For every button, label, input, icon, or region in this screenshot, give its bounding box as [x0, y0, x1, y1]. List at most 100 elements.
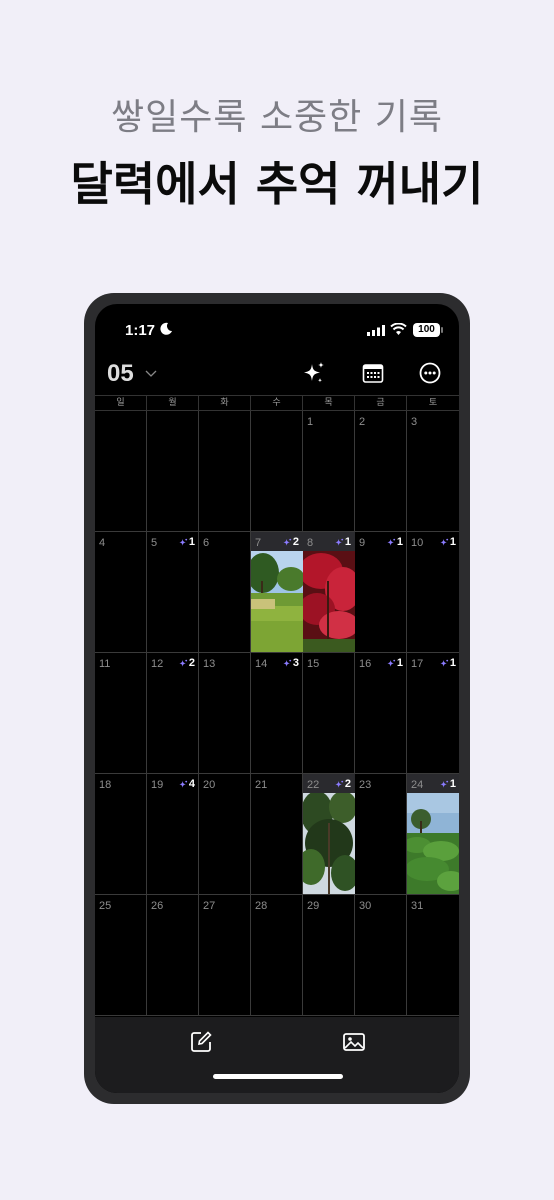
- battery-indicator: 100: [413, 323, 440, 337]
- month-selector[interactable]: 05: [107, 360, 134, 388]
- sparkle-icon[interactable]: [301, 360, 327, 386]
- day-number: 17: [411, 658, 424, 670]
- calendar-day-empty: [251, 411, 303, 531]
- calendar-day[interactable]: 19 4: [147, 774, 199, 894]
- entry-count-badge: 1: [440, 778, 456, 790]
- day-photo-thumbnail[interactable]: [407, 793, 459, 894]
- weekday-label: 금: [355, 396, 407, 410]
- weekday-label: 토: [428, 398, 438, 408]
- calendar-day[interactable]: 25: [95, 895, 147, 1015]
- calendar-day[interactable]: 5 1: [147, 532, 199, 652]
- calendar-day[interactable]: 6: [199, 532, 251, 652]
- promo-title: 달력에서 추억 꺼내기: [70, 157, 484, 211]
- calendar-day[interactable]: 31: [407, 895, 459, 1015]
- entry-count: 1: [344, 536, 351, 548]
- entry-count-badge: 1: [387, 657, 403, 669]
- sparkle-icon: [283, 538, 291, 546]
- day-number: 26: [151, 900, 164, 912]
- weekday-header: 일 월 화 수 목 금 토: [95, 395, 459, 411]
- entry-count-badge: 1: [440, 657, 456, 669]
- calendar-day[interactable]: 23: [355, 774, 407, 894]
- calendar-day[interactable]: 1: [303, 411, 355, 531]
- calendar-day-empty: [147, 411, 199, 531]
- more-icon[interactable]: [417, 360, 443, 386]
- status-time: 1:17: [125, 322, 156, 339]
- sparkle-icon: [179, 780, 187, 788]
- weekday-label: 화: [199, 396, 251, 410]
- day-photo-thumbnail[interactable]: [303, 551, 355, 652]
- day-number: 6: [203, 537, 210, 549]
- sparkle-icon: [283, 659, 291, 667]
- app-screen: 1:17 100 05 일 월 화 수 목 금 토 1 2 3 4 5 1 6 …: [95, 304, 459, 1093]
- calendar-day[interactable]: 15: [303, 653, 355, 773]
- calendar-day[interactable]: 27: [199, 895, 251, 1015]
- sparkle-icon: [440, 538, 448, 546]
- calendar-day[interactable]: 21: [251, 774, 303, 894]
- calendar-day[interactable]: 13: [199, 653, 251, 773]
- calendar-day[interactable]: 4: [95, 532, 147, 652]
- calendar-day[interactable]: 3: [407, 411, 459, 531]
- calendar-day[interactable]: 16 1: [355, 653, 407, 773]
- entry-count-badge: 3: [283, 657, 299, 669]
- calendar-day[interactable]: 17 1: [407, 653, 459, 773]
- day-number: 3: [411, 416, 418, 428]
- calendar-day[interactable]: 30: [355, 895, 407, 1015]
- weekday-label: 목: [303, 396, 355, 410]
- day-number: 2: [359, 416, 366, 428]
- calendar-day[interactable]: 28: [251, 895, 303, 1015]
- calendar-day-empty: [199, 411, 251, 531]
- day-number: 13: [203, 658, 216, 670]
- calendar-day-with-photo[interactable]: 8 1: [303, 532, 355, 652]
- day-number: 8: [307, 537, 314, 549]
- calendar-day[interactable]: 10 1: [407, 532, 459, 652]
- sparkle-icon: [335, 538, 343, 546]
- day-photo-thumbnail[interactable]: [303, 793, 355, 894]
- sparkle-icon: [387, 538, 395, 546]
- calendar-day-with-photo[interactable]: 7 2: [251, 532, 303, 652]
- day-number: 5: [151, 537, 158, 549]
- day-number: 15: [307, 658, 320, 670]
- day-number: 4: [99, 537, 106, 549]
- day-number: 21: [255, 779, 268, 791]
- calendar-day[interactable]: 20: [199, 774, 251, 894]
- entry-count: 3: [292, 657, 299, 669]
- day-number: 28: [255, 900, 268, 912]
- calendar-day[interactable]: 12 2: [147, 653, 199, 773]
- calendar-day-with-photo[interactable]: 24 1: [407, 774, 459, 894]
- entry-count: 2: [188, 657, 195, 669]
- entry-count-badge: 4: [179, 778, 195, 790]
- day-number: 1: [307, 416, 314, 428]
- calendar-week: 4 5 1 6 7 2 8 1 9 1 10 1: [95, 532, 459, 653]
- entry-count: 1: [449, 536, 456, 548]
- compose-icon[interactable]: [188, 1029, 214, 1055]
- calendar-day[interactable]: 29: [303, 895, 355, 1015]
- entry-count-badge: 1: [335, 536, 351, 548]
- entry-count: 2: [344, 778, 351, 790]
- day-photo-thumbnail[interactable]: [251, 551, 303, 652]
- entry-count-badge: 1: [179, 536, 195, 548]
- calendar-day[interactable]: 18: [95, 774, 147, 894]
- day-number: 29: [307, 900, 320, 912]
- moon-icon: [160, 322, 172, 335]
- chevron-down-icon[interactable]: [145, 370, 157, 378]
- calendar-day[interactable]: 14 3: [251, 653, 303, 773]
- gallery-icon[interactable]: [341, 1029, 367, 1055]
- calendar-day[interactable]: 26: [147, 895, 199, 1015]
- calendar-day-with-photo[interactable]: 22 2: [303, 774, 355, 894]
- entry-count: 1: [396, 536, 403, 548]
- calendar-day[interactable]: 11: [95, 653, 147, 773]
- calendar-day[interactable]: 2: [355, 411, 407, 531]
- entry-count: 1: [396, 657, 403, 669]
- calendar-day[interactable]: 9 1: [355, 532, 407, 652]
- calendar-week: 25 26 27 28 29 30 31: [95, 895, 459, 1016]
- entry-count: 1: [188, 536, 195, 548]
- day-number: 23: [359, 779, 372, 791]
- day-number: 9: [359, 537, 366, 549]
- day-number: 24: [411, 779, 424, 791]
- entry-count-badge: 2: [283, 536, 299, 548]
- status-bar: 1:17 100: [95, 304, 459, 350]
- sparkle-icon: [179, 538, 187, 546]
- day-number: 12: [151, 658, 164, 670]
- calendar-icon[interactable]: [360, 360, 386, 386]
- sparkle-icon: [440, 659, 448, 667]
